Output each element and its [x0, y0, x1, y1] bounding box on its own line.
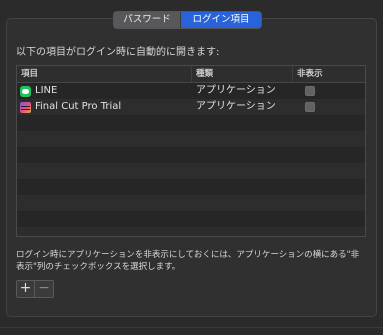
- hide-cell: [293, 83, 365, 99]
- empty-row: [17, 115, 365, 131]
- add-remove-buttons: + −: [16, 280, 54, 298]
- hide-cell: [293, 99, 365, 115]
- column-header-kind[interactable]: 種類: [192, 66, 293, 82]
- empty-row: [17, 163, 365, 179]
- tab-login-items[interactable]: ログイン項目: [181, 12, 261, 28]
- table-row-line[interactable]: LINE アプリケーション: [17, 83, 365, 99]
- kind-cell: アプリケーション: [196, 101, 276, 112]
- line-app-icon: [20, 85, 31, 97]
- empty-row: [17, 147, 365, 163]
- empty-row: [17, 179, 365, 195]
- final-cut-pro-icon: [20, 101, 31, 113]
- column-header-item[interactable]: 項目: [17, 66, 192, 82]
- divider: [0, 327, 383, 328]
- add-button[interactable]: +: [17, 281, 35, 297]
- remove-button[interactable]: −: [35, 281, 53, 297]
- empty-row: [17, 131, 365, 147]
- instructions-label: 以下の項目がログイン時に自動的に開きます:: [16, 47, 220, 58]
- hide-instructions-note: ログイン時にアプリケーションを非表示にしておくには、アプリケーションの横にある"…: [16, 250, 360, 272]
- item-name: Final Cut Pro Trial: [35, 101, 122, 112]
- tab-password[interactable]: パスワード: [114, 12, 181, 28]
- empty-row: [17, 195, 365, 211]
- hide-checkbox[interactable]: [305, 86, 315, 96]
- kind-cell: アプリケーション: [196, 85, 276, 96]
- hide-checkbox[interactable]: [305, 102, 315, 112]
- item-cell: LINE: [17, 83, 192, 99]
- column-header-hide[interactable]: 非表示: [293, 66, 365, 82]
- tab-control: パスワード ログイン項目: [113, 11, 262, 29]
- empty-row: [17, 211, 365, 227]
- table-header: 項目 種類 非表示: [17, 66, 365, 83]
- item-cell: Final Cut Pro Trial: [17, 99, 192, 115]
- table-row-final-cut-pro[interactable]: Final Cut Pro Trial アプリケーション: [17, 99, 365, 115]
- item-name: LINE: [35, 85, 58, 96]
- empty-row: [17, 227, 365, 236]
- login-items-table: 項目 種類 非表示 LINE アプリケーション Final Cut Pro Tr…: [16, 65, 366, 237]
